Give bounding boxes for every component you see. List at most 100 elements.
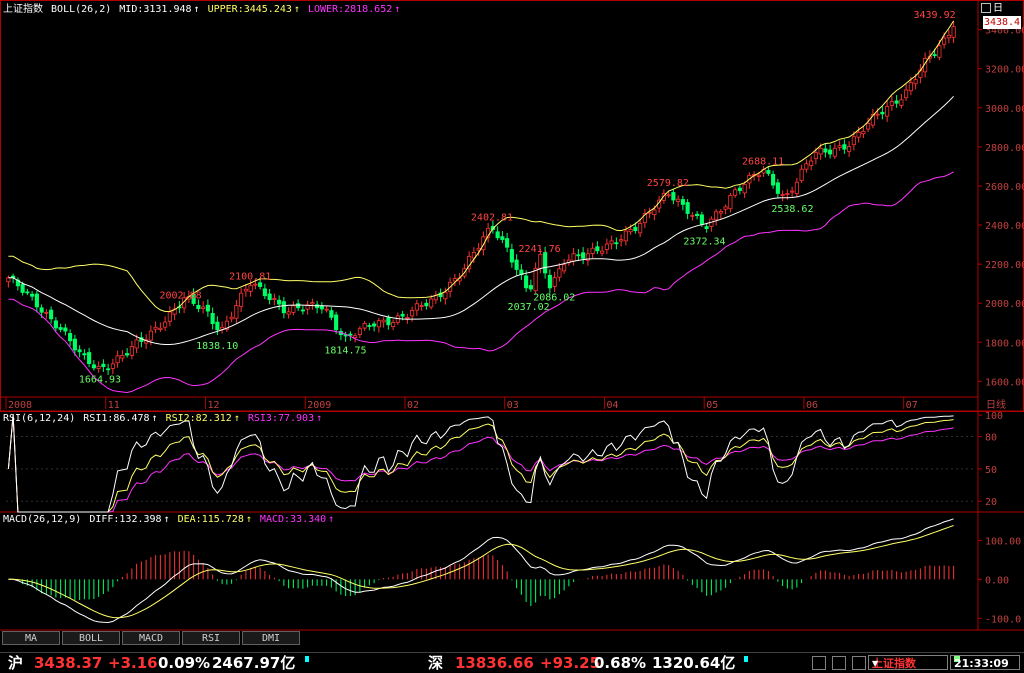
candle-down [72, 338, 77, 351]
candle-down [547, 274, 552, 289]
candle-up [809, 160, 814, 166]
candle-up [324, 308, 329, 311]
candle-up [899, 99, 904, 106]
candle-down [205, 304, 210, 312]
x-tick-label: 2009 [307, 400, 331, 411]
candle-down [495, 231, 500, 239]
tab-ma[interactable]: MA [2, 631, 60, 645]
sh-price: 3438.37 [34, 654, 103, 672]
low-annotation: 1838.10 [196, 341, 238, 352]
candle-up [571, 253, 576, 262]
chart-area[interactable]: 1600.00 1800.00 2000.00 2200.00 2400.00 2600.… [0, 0, 1024, 652]
candle-down [386, 317, 391, 326]
candle-down [77, 349, 82, 353]
candle-down [704, 226, 709, 229]
candle-up [357, 328, 362, 335]
x-tick-label: 12 [207, 400, 219, 411]
pin-icon[interactable] [852, 656, 866, 670]
candle-up [742, 183, 747, 194]
candle-down [63, 327, 68, 332]
macd-tick-label: 0.00 [985, 575, 1009, 586]
macd-dea-line [8, 525, 954, 619]
candle-up [429, 298, 434, 308]
candle-up [666, 194, 671, 197]
candle-down [372, 323, 377, 327]
candle-up [714, 211, 719, 221]
candle-up [937, 45, 942, 58]
index-box[interactable]: 上证指数 ▼ [868, 655, 948, 670]
candle-up [832, 147, 837, 157]
warning-icon[interactable] [812, 656, 826, 670]
x-tick-label: 06 [806, 400, 818, 411]
arrow-up-icon: ↑ [151, 413, 158, 424]
indicator-tabs: MA BOLL MACD RSI DMI [0, 631, 1024, 646]
candle-up [946, 34, 951, 39]
candle-up [286, 311, 291, 315]
candle-down [514, 259, 519, 270]
status-bar: 沪 3438.37 +3.16 0.09% 2467.97亿 深 13836.6… [0, 652, 1024, 673]
candle-up [253, 283, 258, 286]
candle-up [201, 306, 206, 309]
clock-time: 21:33:09 [954, 657, 1009, 670]
candle-down [576, 254, 581, 257]
sz-breadth-bars [744, 656, 804, 670]
candle-up [837, 145, 842, 148]
boll-label: BOLL(26,2) [51, 4, 112, 15]
checkbox-icon[interactable] [981, 3, 991, 13]
rsi-label: RSI(6,12,24) [3, 413, 76, 424]
main-panel-frame [0, 0, 1024, 412]
tab-rsi[interactable]: RSI [182, 631, 240, 645]
info-icon[interactable] [832, 656, 846, 670]
candle-up [552, 277, 557, 287]
candle-down [258, 282, 263, 287]
candle-up [718, 211, 723, 214]
candle-down [82, 353, 87, 356]
rsi-tick-label: 50 [985, 465, 997, 476]
arrow-up-icon: ↑ [245, 514, 252, 525]
tab-dmi[interactable]: DMI [242, 631, 300, 645]
candle-down [400, 313, 405, 317]
candle-up [628, 228, 633, 233]
candle-down [267, 293, 272, 301]
x-tick-label: 11 [108, 400, 120, 411]
candle-down [771, 173, 776, 186]
tab-macd[interactable]: MACD [122, 631, 180, 645]
candle-down [196, 304, 201, 310]
candle-down [125, 353, 130, 356]
candle-up [609, 240, 614, 245]
candle-down [30, 293, 35, 297]
candle-up [794, 181, 799, 194]
tab-boll[interactable]: BOLL [62, 631, 120, 645]
candle-down [348, 333, 353, 336]
candle-down [699, 214, 704, 225]
candle-up [723, 206, 728, 210]
candle-down [509, 249, 514, 263]
macd-tick-label: 100.00 [985, 536, 1021, 547]
period-box[interactable]: 日 [981, 3, 1021, 15]
candle-up [353, 335, 358, 338]
candle-down [581, 252, 586, 259]
candle-up [904, 89, 909, 99]
candle-up [780, 194, 785, 196]
arrow-up-icon: ↑ [163, 514, 170, 525]
stock-chart-svg[interactable]: 1600.00 1800.00 2000.00 2200.00 2400.00 2600.… [0, 0, 1024, 652]
candle-down [766, 170, 771, 174]
candle-up [405, 316, 410, 319]
arrow-up-icon: ↑ [233, 413, 240, 424]
macd-tick-label: -100.0 [985, 614, 1021, 625]
candle-up [676, 198, 681, 202]
candle-down [505, 238, 510, 248]
candle-up [414, 303, 419, 311]
sh-market-name: 沪 [8, 654, 24, 672]
candle-down [329, 310, 334, 318]
candle-down [828, 149, 833, 155]
macd-hist-value: MACD:33.340 [259, 514, 327, 525]
high-annotation: 2579.82 [647, 178, 689, 189]
candle-up [851, 136, 856, 146]
current-price-tag: 3438.4 [983, 16, 1021, 29]
arrow-up-icon: ↑ [193, 4, 200, 15]
sz-pct: 0.68% [594, 654, 647, 672]
candle-up [733, 189, 738, 196]
y-tick-label: 1600.00 [985, 377, 1024, 388]
candle-down [775, 182, 780, 194]
